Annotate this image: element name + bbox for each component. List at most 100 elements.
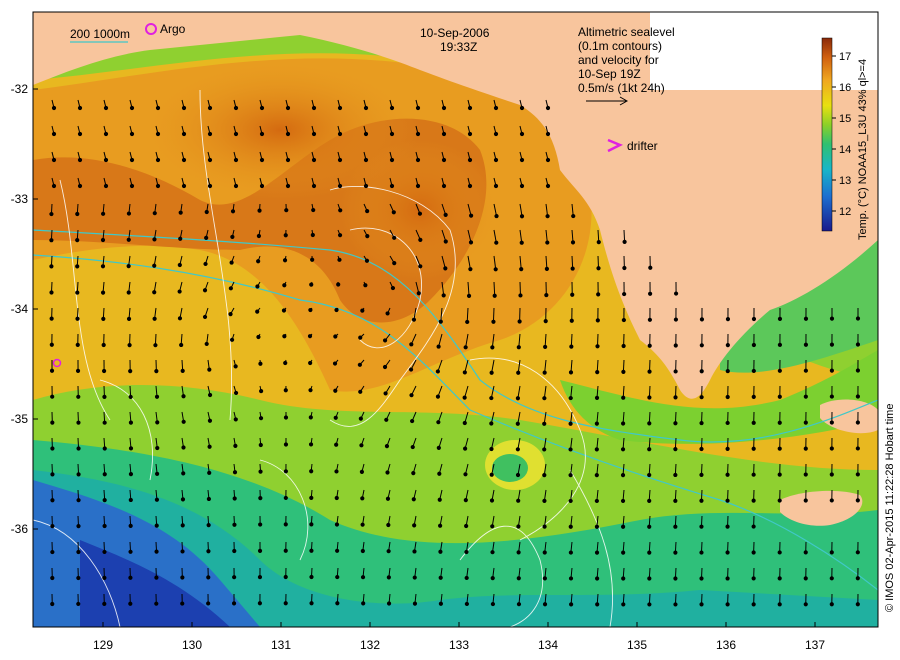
velocity-arrow-head [855, 550, 860, 555]
velocity-arrow-head [515, 472, 521, 478]
velocity-arrow-head [231, 601, 237, 606]
velocity-arrow-head [259, 388, 264, 394]
velocity-arrow-head [360, 575, 366, 580]
velocity-arrow-head [568, 473, 573, 478]
velocity-arrow-head [438, 549, 443, 554]
velocity-arrow-head [49, 264, 54, 269]
colorbar-ramp [821, 37, 833, 232]
velocity-arrow-head [102, 446, 107, 451]
velocity-arrow-head [725, 498, 730, 503]
velocity-arrow-head [829, 394, 834, 399]
velocity-arrow-head [232, 548, 237, 554]
velocity-arrow-head [441, 157, 447, 163]
velocity-arrow-head [542, 473, 547, 478]
map-time: 19:33Z [440, 40, 477, 54]
velocity-arrow-head [180, 523, 185, 528]
velocity-arrow-head [154, 497, 160, 502]
velocity-arrow-head [152, 211, 157, 216]
velocity-arrow-head [647, 602, 652, 607]
velocity-arrow-head [232, 522, 237, 527]
velocity-arrow-head [335, 548, 340, 553]
velocity-arrow-head [103, 183, 109, 189]
x-tick-label: 136 [716, 638, 736, 652]
velocity-arrow-head [233, 105, 239, 111]
velocity-arrow-head [285, 131, 291, 137]
velocity-arrow-head [127, 343, 132, 348]
velocity-arrow-head [777, 550, 782, 555]
velocity-arrow-head [725, 602, 730, 607]
velocity-arrow-head [309, 522, 314, 527]
velocity-arrow-head [568, 395, 573, 401]
velocity-arrow-head [152, 316, 157, 321]
velocity-arrow-head [309, 469, 314, 474]
velocity-arrow-head [699, 498, 704, 503]
velocity-arrow-head [622, 239, 627, 244]
velocity-arrow-head [489, 472, 494, 477]
velocity-arrow-head [181, 445, 186, 450]
velocity-arrow-head [494, 240, 499, 245]
velocity-arrow-head [102, 472, 107, 477]
velocity-arrow-head [468, 267, 473, 272]
velocity-arrow-head [282, 283, 287, 288]
velocity-arrow-head [410, 444, 415, 450]
velocity-arrow-head [543, 318, 548, 324]
velocity-arrow-head [153, 343, 158, 348]
velocity-arrow-head [673, 602, 678, 607]
velocity-arrow-head [467, 157, 473, 163]
velocity-arrow-head [596, 292, 601, 297]
velocity-arrow-head [178, 210, 183, 215]
velocity-arrow-head [337, 131, 343, 137]
velocity-arrow-head [416, 291, 421, 296]
velocity-arrow-head [152, 290, 157, 295]
velocity-arrow-head [334, 469, 339, 474]
velocity-arrow-head [207, 157, 213, 163]
x-tick-label: 135 [627, 638, 647, 652]
velocity-arrow-head [621, 576, 626, 581]
velocity-arrow-head [76, 394, 81, 399]
velocity-arrow-head [751, 316, 757, 322]
velocity-arrow-head [360, 522, 365, 527]
velocity-arrow-head [595, 602, 600, 607]
velocity-arrow-head [363, 131, 369, 137]
velocity-arrow-head [129, 105, 135, 111]
velocity-arrow-head [438, 319, 443, 324]
velocity-arrow-head [257, 574, 263, 580]
velocity-arrow-head [126, 290, 131, 295]
velocity-arrow-head [389, 105, 395, 111]
velocity-arrow-head [647, 472, 652, 478]
velocity-arrow-head [129, 183, 135, 189]
velocity-arrow-head [516, 576, 521, 581]
x-tick-label: 133 [449, 638, 469, 652]
velocity-arrow-head [545, 131, 551, 137]
velocity-arrow-head [415, 157, 421, 163]
velocity-arrow-head [283, 469, 289, 474]
velocity-arrow-head [647, 550, 652, 555]
velocity-arrow-head [382, 338, 388, 343]
velocity-arrow-head [542, 421, 547, 426]
velocity-arrow-head [77, 105, 83, 111]
velocity-arrow-head [490, 524, 495, 529]
velocity-arrow-head [438, 523, 443, 528]
velocity-arrow-head [699, 446, 704, 452]
velocity-arrow-head [101, 368, 107, 374]
velocity-arrow-head [411, 317, 417, 322]
velocity-arrow-head [51, 157, 57, 163]
velocity-arrow-head [595, 318, 600, 323]
velocity-arrow-head [390, 285, 396, 291]
velocity-arrow-head [308, 442, 314, 447]
velocity-arrow-head [386, 549, 391, 554]
velocity-arrow-head [568, 524, 573, 529]
velocity-arrow-head [542, 447, 547, 452]
velocity-arrow-head [102, 575, 107, 580]
velocity-arrow-head [751, 394, 756, 399]
velocity-arrow-head [128, 601, 133, 606]
velocity-arrow-head [258, 496, 263, 501]
velocity-arrow-head [229, 337, 235, 342]
velocity-arrow-head [232, 470, 238, 475]
velocity-arrow-head [358, 335, 363, 340]
velocity-arrow-head [76, 523, 81, 529]
velocity-arrow-head [50, 472, 55, 477]
velocity-arrow-head [385, 496, 391, 501]
velocity-arrow-head [418, 237, 423, 242]
velocity-arrow-head [673, 446, 678, 452]
